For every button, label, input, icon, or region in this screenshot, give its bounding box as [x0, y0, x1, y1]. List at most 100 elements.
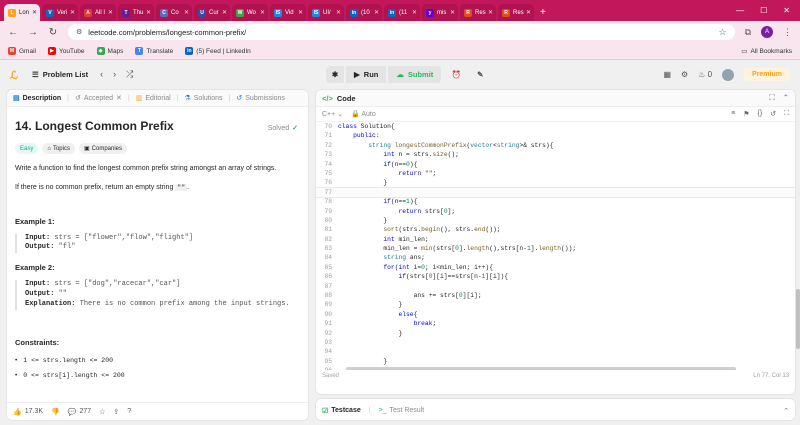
minimize-icon[interactable]: — — [736, 6, 744, 15]
code-line[interactable]: 78 if(n==1){ — [316, 197, 795, 206]
browser-tab[interactable]: T Thu ✕ — [118, 4, 154, 21]
extensions-icon[interactable]: ⧉ — [745, 27, 751, 38]
fullscreen-icon[interactable]: ⛶ — [784, 110, 789, 118]
profile-avatar[interactable]: A — [761, 26, 773, 38]
debug-button[interactable]: ✱ — [326, 66, 344, 83]
close-tab-icon[interactable]: ✕ — [260, 9, 265, 16]
bookmark-icon[interactable]: ⚑ — [743, 110, 749, 118]
shuffle-icon[interactable]: ⤮ — [126, 69, 133, 80]
code-line[interactable]: 77 — [316, 186, 795, 199]
code-line[interactable]: 84 string ans; — [316, 253, 795, 262]
code-line[interactable]: 75 return ""; — [316, 169, 795, 178]
bookmark-star-icon[interactable]: ☆ — [718, 27, 726, 38]
lock-mode[interactable]: 🔒 Auto — [351, 110, 376, 118]
tab-editorial[interactable]: ▥ Editorial — [136, 94, 171, 103]
code-line[interactable]: 85 for(int i=0; i<min_len; i++){ — [316, 263, 795, 272]
braces-icon[interactable]: {} — [758, 110, 763, 118]
browser-tab[interactable]: W Wo ✕ — [232, 4, 268, 21]
reset-icon[interactable]: ↺ — [770, 110, 776, 118]
code-line[interactable]: 73 int n = strs.size(); — [316, 150, 795, 159]
tab-accepted[interactable]: ↺ Accepted ✕ — [75, 94, 122, 103]
maximize-panel-icon[interactable]: ⛶ — [769, 93, 774, 103]
prev-problem-icon[interactable]: ‹ — [100, 69, 103, 80]
close-tab-icon[interactable]: ✕ — [336, 9, 341, 16]
bookmark-item[interactable]: M Gmail — [8, 47, 36, 55]
maximize-icon[interactable]: ☐ — [760, 6, 767, 15]
browser-tab[interactable]: L Lon ✕ — [4, 4, 40, 21]
code-line[interactable]: 86 if(strs[0][i]==strs[n-1][i]){ — [316, 272, 795, 281]
problem-list-button[interactable]: ☰ Problem List — [32, 70, 88, 79]
tab-submissions[interactable]: ↺ Submissions — [236, 94, 285, 103]
browser-tab[interactable]: V Veri ✕ — [42, 4, 78, 21]
new-tab-button[interactable]: + — [540, 4, 546, 21]
browser-menu-icon[interactable]: ⋮ — [783, 27, 792, 38]
streak-counter[interactable]: ♨ 0 — [698, 70, 712, 79]
code-line[interactable]: 89 } — [316, 300, 795, 309]
favorite-star-icon[interactable]: ☆ — [99, 408, 105, 416]
browser-tab[interactable]: R Res ✕ — [498, 4, 534, 21]
code-line[interactable]: 82 int min_len; — [316, 235, 795, 244]
help-icon[interactable]: ? — [127, 408, 131, 415]
close-tab-icon[interactable]: ✕ — [116, 94, 122, 102]
browser-tab[interactable]: A All I ✕ — [80, 4, 116, 21]
language-select[interactable]: C++ ⌄ — [322, 110, 343, 118]
code-line[interactable]: 94 — [316, 347, 795, 356]
reload-icon[interactable]: ↻ — [48, 27, 58, 38]
settings-icon[interactable]: ⚙ — [681, 70, 688, 79]
code-line[interactable]: 92 } — [316, 329, 795, 338]
close-window-icon[interactable]: ✕ — [783, 6, 790, 15]
code-line[interactable]: 74 if(n==0){ — [316, 160, 795, 169]
bookmark-item[interactable]: in (5) Feed | LinkedIn — [185, 47, 251, 55]
all-bookmarks-folder[interactable]: ▭ All Bookmarks — [741, 47, 792, 56]
bookmark-item[interactable]: ▶ YouTube — [47, 47, 85, 55]
browser-tab[interactable]: R Res ✕ — [460, 4, 496, 21]
browser-tab[interactable]: C Co ✕ — [156, 4, 192, 21]
layout-grid-icon[interactable]: ▦ — [663, 70, 671, 79]
companies-chip[interactable]: ▣ Companies — [78, 143, 128, 154]
browser-tab[interactable]: IS UI/ ✕ — [308, 4, 344, 21]
tab-testcase[interactable]: ☑ Testcase — [322, 407, 361, 415]
code-line[interactable]: 83 min_len = min(strs[0].length(),strs[n… — [316, 244, 795, 253]
tab-test-result[interactable]: >_ Test Result — [379, 407, 425, 414]
premium-button[interactable]: Premium — [744, 68, 790, 81]
code-line[interactable]: 91 break; — [316, 319, 795, 328]
browser-tab[interactable]: IS Vid ✕ — [270, 4, 306, 21]
code-line[interactable]: 88 ans += strs[0][i]; — [316, 291, 795, 300]
bookmark-item[interactable]: ◆ Maps — [96, 47, 123, 55]
code-line[interactable]: 70 class Solution{ — [316, 122, 795, 131]
leetcode-logo-icon[interactable]: ℒ — [10, 69, 22, 82]
page-scrollbar[interactable] — [796, 89, 800, 421]
format-code-icon[interactable]: ≡ — [731, 110, 735, 118]
browser-tab[interactable]: y mis ✕ — [422, 4, 458, 21]
topics-chip[interactable]: ⌂ Topics — [42, 143, 75, 154]
close-tab-icon[interactable]: ✕ — [184, 9, 189, 16]
user-avatar[interactable] — [722, 68, 735, 81]
close-tab-icon[interactable]: ✕ — [146, 9, 151, 16]
url-omnibox[interactable]: ⚙ leetcode.com/problems/longest-common-p… — [68, 24, 735, 40]
collapse-panel-icon[interactable]: ⌃ — [783, 93, 789, 103]
close-tab-icon[interactable]: ✕ — [412, 9, 417, 16]
close-tab-icon[interactable]: ✕ — [450, 9, 455, 16]
bookmark-item[interactable]: T Translate — [135, 47, 173, 55]
browser-tab[interactable]: in (11 ✕ — [384, 4, 420, 21]
next-problem-icon[interactable]: › — [113, 69, 116, 80]
scrollbar-thumb[interactable] — [796, 289, 800, 349]
code-line[interactable]: 87 — [316, 282, 795, 291]
close-tab-icon[interactable]: ✕ — [222, 9, 227, 16]
close-tab-icon[interactable]: ✕ — [488, 9, 493, 16]
url-text[interactable]: leetcode.com/problems/longest-common-pre… — [88, 28, 246, 37]
code-line[interactable]: 72 string longestCommonPrefix(vector<str… — [316, 141, 795, 150]
tab-description[interactable]: ▤ Description — [13, 94, 61, 103]
close-tab-icon[interactable]: ✕ — [32, 9, 37, 16]
code-line[interactable]: 90 else{ — [316, 310, 795, 319]
back-icon[interactable]: ← — [8, 27, 18, 38]
code-line[interactable]: 76 } — [316, 178, 795, 187]
horizontal-scrollbar[interactable] — [346, 367, 736, 370]
close-tab-icon[interactable]: ✕ — [108, 9, 113, 16]
code-area[interactable]: 70 class Solution{71 public: 72 string lon… — [316, 122, 795, 370]
close-tab-icon[interactable]: ✕ — [526, 9, 531, 16]
browser-tab[interactable]: in (10 ✕ — [346, 4, 382, 21]
comments-button[interactable]: 💬 277 — [68, 408, 91, 416]
like-button[interactable]: 👍 17.3K — [13, 408, 43, 416]
expand-panel-icon[interactable]: ⌃ — [783, 407, 789, 415]
